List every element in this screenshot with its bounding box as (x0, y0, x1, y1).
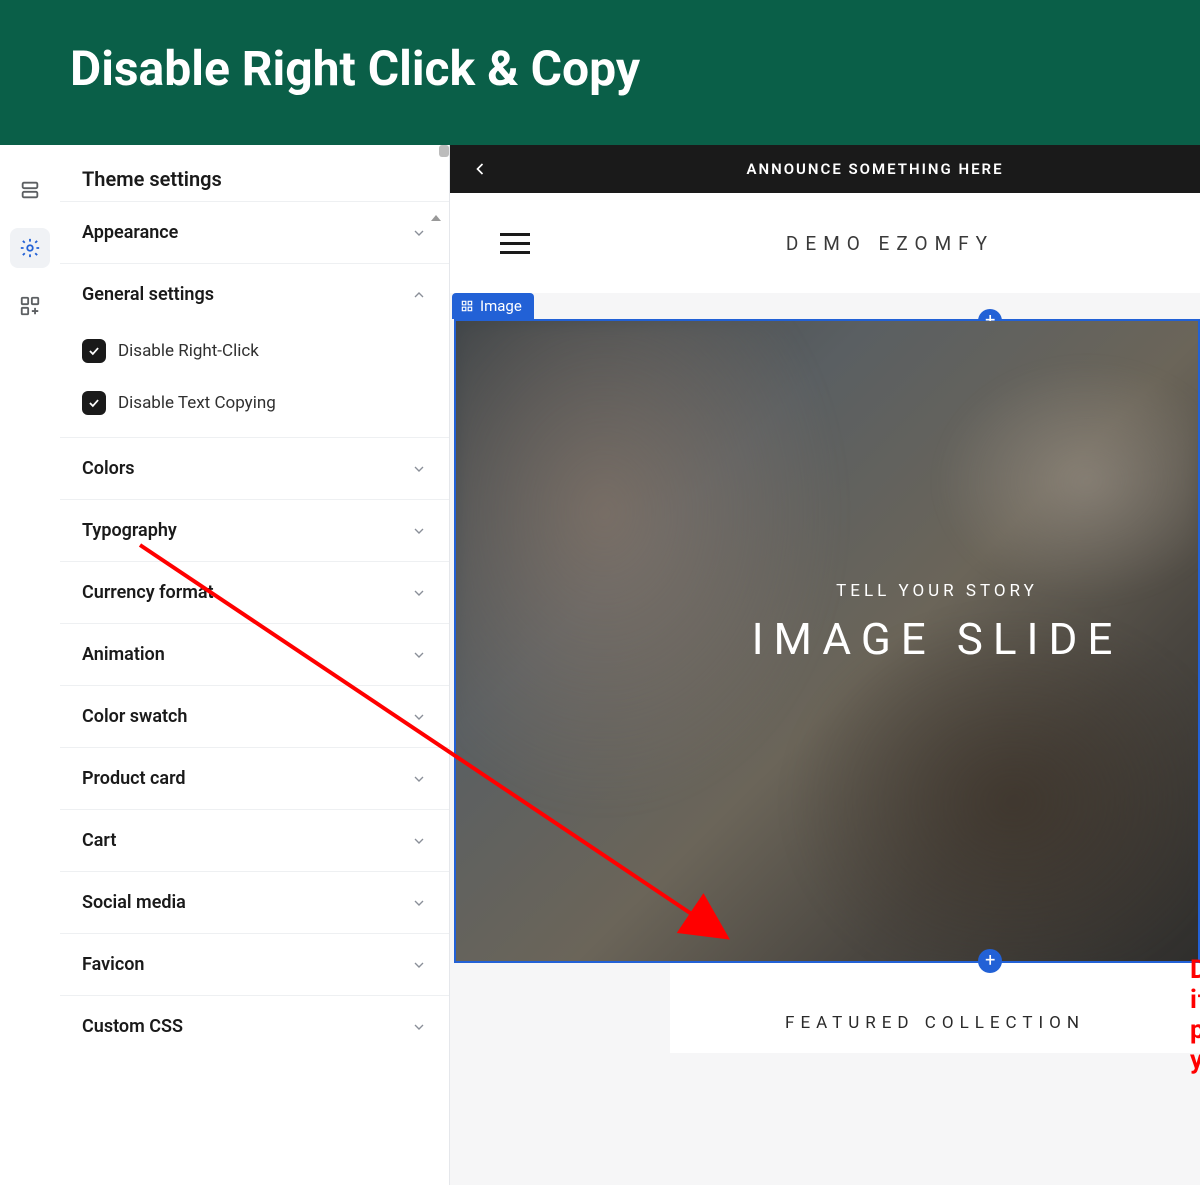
image-block-tag[interactable]: Image (452, 293, 534, 319)
section-label: Favicon (82, 954, 144, 975)
section-label: Cart (82, 830, 116, 851)
chevron-down-icon (411, 523, 427, 539)
section-currency[interactable]: Currency format (60, 561, 449, 623)
chevron-down-icon (411, 225, 427, 241)
left-iconbar (0, 145, 60, 1185)
hero-title: IMAGE SLIDE (456, 613, 1198, 665)
section-label: Product card (82, 768, 186, 789)
settings-sidebar: Theme settings Appearance General settin… (60, 145, 450, 1185)
section-label: Color swatch (82, 706, 187, 727)
checkbox-label: Disable Text Copying (118, 393, 276, 413)
scrollbar-thumb[interactable] (439, 145, 449, 157)
hero-image: TELL YOUR STORY IMAGE SLIDE (456, 321, 1198, 961)
section-label: General settings (82, 284, 214, 305)
announce-text: ANNOUNCE SOMETHING HERE (490, 160, 1180, 178)
chevron-down-icon (411, 709, 427, 725)
hero-subtitle: TELL YOUR STORY (456, 581, 1198, 601)
chevron-up-icon (411, 287, 427, 303)
chevron-down-icon (411, 957, 427, 973)
hamburger-icon[interactable] (500, 233, 530, 254)
image-tag-label: Image (480, 297, 522, 315)
chevron-down-icon (411, 647, 427, 663)
checkbox-checked-icon[interactable] (82, 391, 106, 415)
hero-overlay: TELL YOUR STORY IMAGE SLIDE (456, 321, 1198, 961)
add-below-icon[interactable]: + (978, 949, 1002, 973)
check-disable-text-copy[interactable]: Disable Text Copying (60, 377, 449, 437)
checkbox-label: Disable Right-Click (118, 341, 259, 361)
section-cart[interactable]: Cart (60, 809, 449, 871)
chevron-down-icon (411, 771, 427, 787)
main-area: Theme settings Appearance General settin… (0, 145, 1200, 1185)
section-animation[interactable]: Animation (60, 623, 449, 685)
section-label: Animation (82, 644, 165, 665)
chevron-down-icon (411, 585, 427, 601)
chevron-down-icon (411, 1019, 427, 1035)
section-label: Custom CSS (82, 1016, 183, 1037)
section-colors[interactable]: Colors (60, 437, 449, 499)
section-label: Currency format (82, 582, 214, 603)
section-favicon[interactable]: Favicon (60, 933, 449, 995)
image-slide-block[interactable]: + TELL YOUR STORY IMAGE SLIDE + (454, 319, 1200, 963)
back-chevron-icon[interactable] (470, 159, 490, 179)
settings-icon[interactable] (10, 228, 50, 268)
section-typography[interactable]: Typography (60, 499, 449, 561)
section-label: Typography (82, 520, 177, 541)
section-swatch[interactable]: Color swatch (60, 685, 449, 747)
check-disable-right-click[interactable]: Disable Right-Click (60, 325, 449, 377)
announcement-bar: ANNOUNCE SOMETHING HERE (450, 145, 1200, 193)
caret-up-icon[interactable] (431, 215, 441, 221)
section-label: Social media (82, 892, 186, 913)
section-label: Colors (82, 458, 135, 479)
section-appearance[interactable]: Appearance (60, 201, 449, 263)
checkbox-checked-icon[interactable] (82, 339, 106, 363)
sections-icon[interactable] (10, 170, 50, 210)
featured-collection-heading: FEATURED COLLECTION (670, 963, 1200, 1053)
chevron-down-icon (411, 833, 427, 849)
store-header: DEMO EZOMFY (450, 193, 1200, 293)
annotation-warning: Disable it to protect you (1190, 955, 1200, 1075)
section-general[interactable]: General settings (60, 263, 449, 325)
promo-banner: Disable Right Click & Copy (0, 0, 1200, 145)
section-label: Appearance (82, 222, 178, 243)
chevron-down-icon (411, 895, 427, 911)
section-social[interactable]: Social media (60, 871, 449, 933)
apps-icon[interactable] (10, 286, 50, 326)
section-custom-css[interactable]: Custom CSS (60, 995, 449, 1057)
store-brand: DEMO EZOMFY (530, 232, 1150, 255)
section-product-card[interactable]: Product card (60, 747, 449, 809)
theme-preview: ANNOUNCE SOMETHING HERE DEMO EZOMFY Imag… (450, 145, 1200, 1185)
banner-title: Disable Right Click & Copy (70, 40, 1130, 97)
sidebar-title: Theme settings (60, 145, 449, 201)
chevron-down-icon (411, 461, 427, 477)
